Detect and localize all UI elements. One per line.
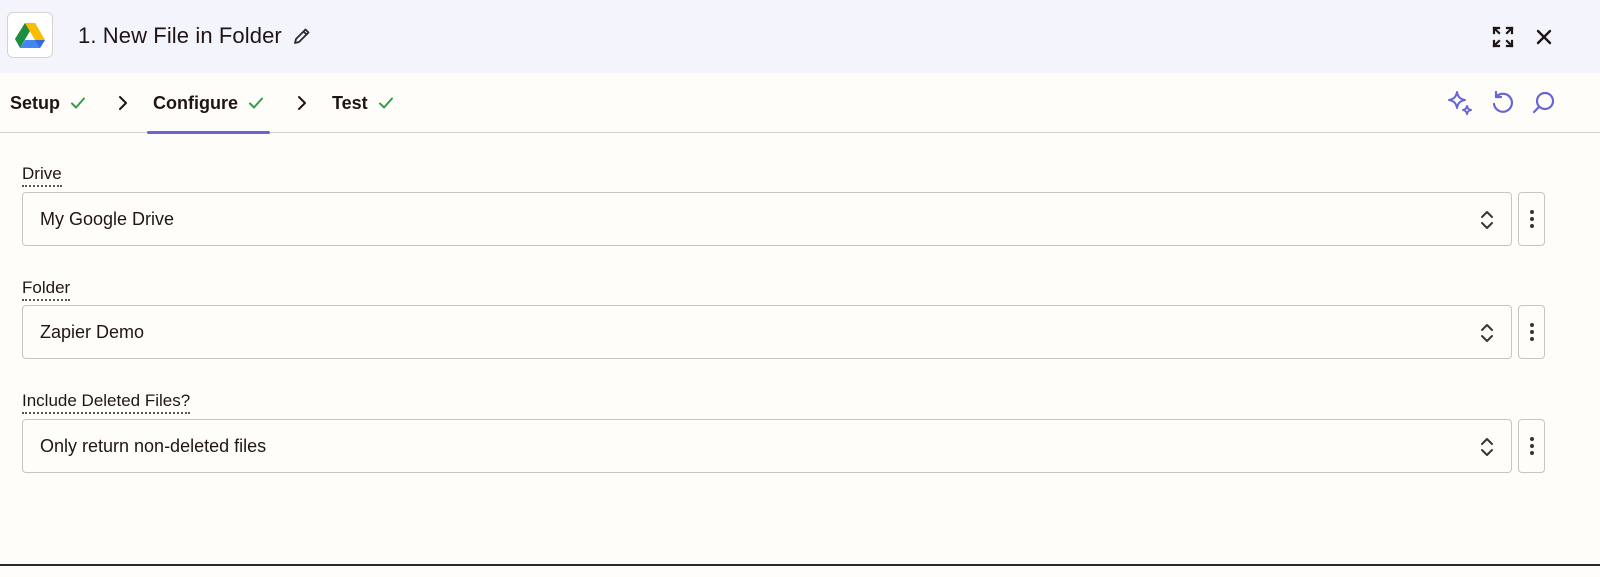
select-value: My Google Drive — [40, 208, 175, 229]
chevron-up-down-icon — [1481, 438, 1493, 456]
more-vertical-icon — [1529, 210, 1534, 228]
step-header: 1. New File in Folder — [0, 0, 1600, 73]
tab-label: Setup — [10, 92, 61, 113]
drive-select[interactable]: My Google Drive — [22, 192, 1512, 246]
chevron-up-down-icon — [1481, 324, 1493, 342]
include-deleted-options-button[interactable] — [1518, 419, 1545, 473]
google-drive-icon — [15, 22, 45, 48]
chevron-right-icon — [296, 93, 312, 113]
tab-label: Test — [332, 92, 368, 113]
include-deleted-select[interactable]: Only return non-deleted files — [22, 419, 1512, 473]
tab-configure[interactable]: Configure — [147, 73, 270, 134]
drive-options-button[interactable] — [1518, 192, 1545, 246]
expand-icon[interactable] — [1488, 22, 1518, 52]
step-title: 1. New File in Folder — [78, 23, 282, 48]
chevron-up-down-icon — [1481, 211, 1493, 229]
field-label-folder: Folder — [22, 278, 71, 301]
search-icon[interactable] — [1529, 88, 1559, 118]
select-value: Zapier Demo — [40, 321, 145, 342]
pencil-icon[interactable] — [292, 26, 312, 46]
bottom-divider — [0, 564, 1600, 566]
close-icon[interactable] — [1529, 22, 1559, 52]
sparkle-icon[interactable] — [1445, 88, 1475, 118]
check-icon — [378, 97, 393, 109]
field-label-drive: Drive — [22, 164, 62, 187]
field-label-include-deleted: Include Deleted Files? — [22, 391, 191, 414]
tab-test[interactable]: Test — [332, 73, 394, 133]
tab-label: Configure — [153, 92, 238, 113]
folder-options-button[interactable] — [1518, 305, 1545, 359]
more-vertical-icon — [1529, 323, 1534, 341]
app-logo — [7, 12, 53, 58]
folder-select[interactable]: Zapier Demo — [22, 305, 1512, 359]
more-vertical-icon — [1529, 437, 1534, 455]
check-icon — [249, 97, 263, 109]
select-value: Only return non-deleted files — [40, 435, 267, 456]
step-tabs: Setup Configure Test — [0, 73, 1600, 134]
tab-setup[interactable]: Setup — [10, 73, 86, 133]
check-icon — [71, 97, 86, 109]
undo-icon[interactable] — [1487, 88, 1517, 118]
chevron-right-icon — [117, 93, 133, 113]
